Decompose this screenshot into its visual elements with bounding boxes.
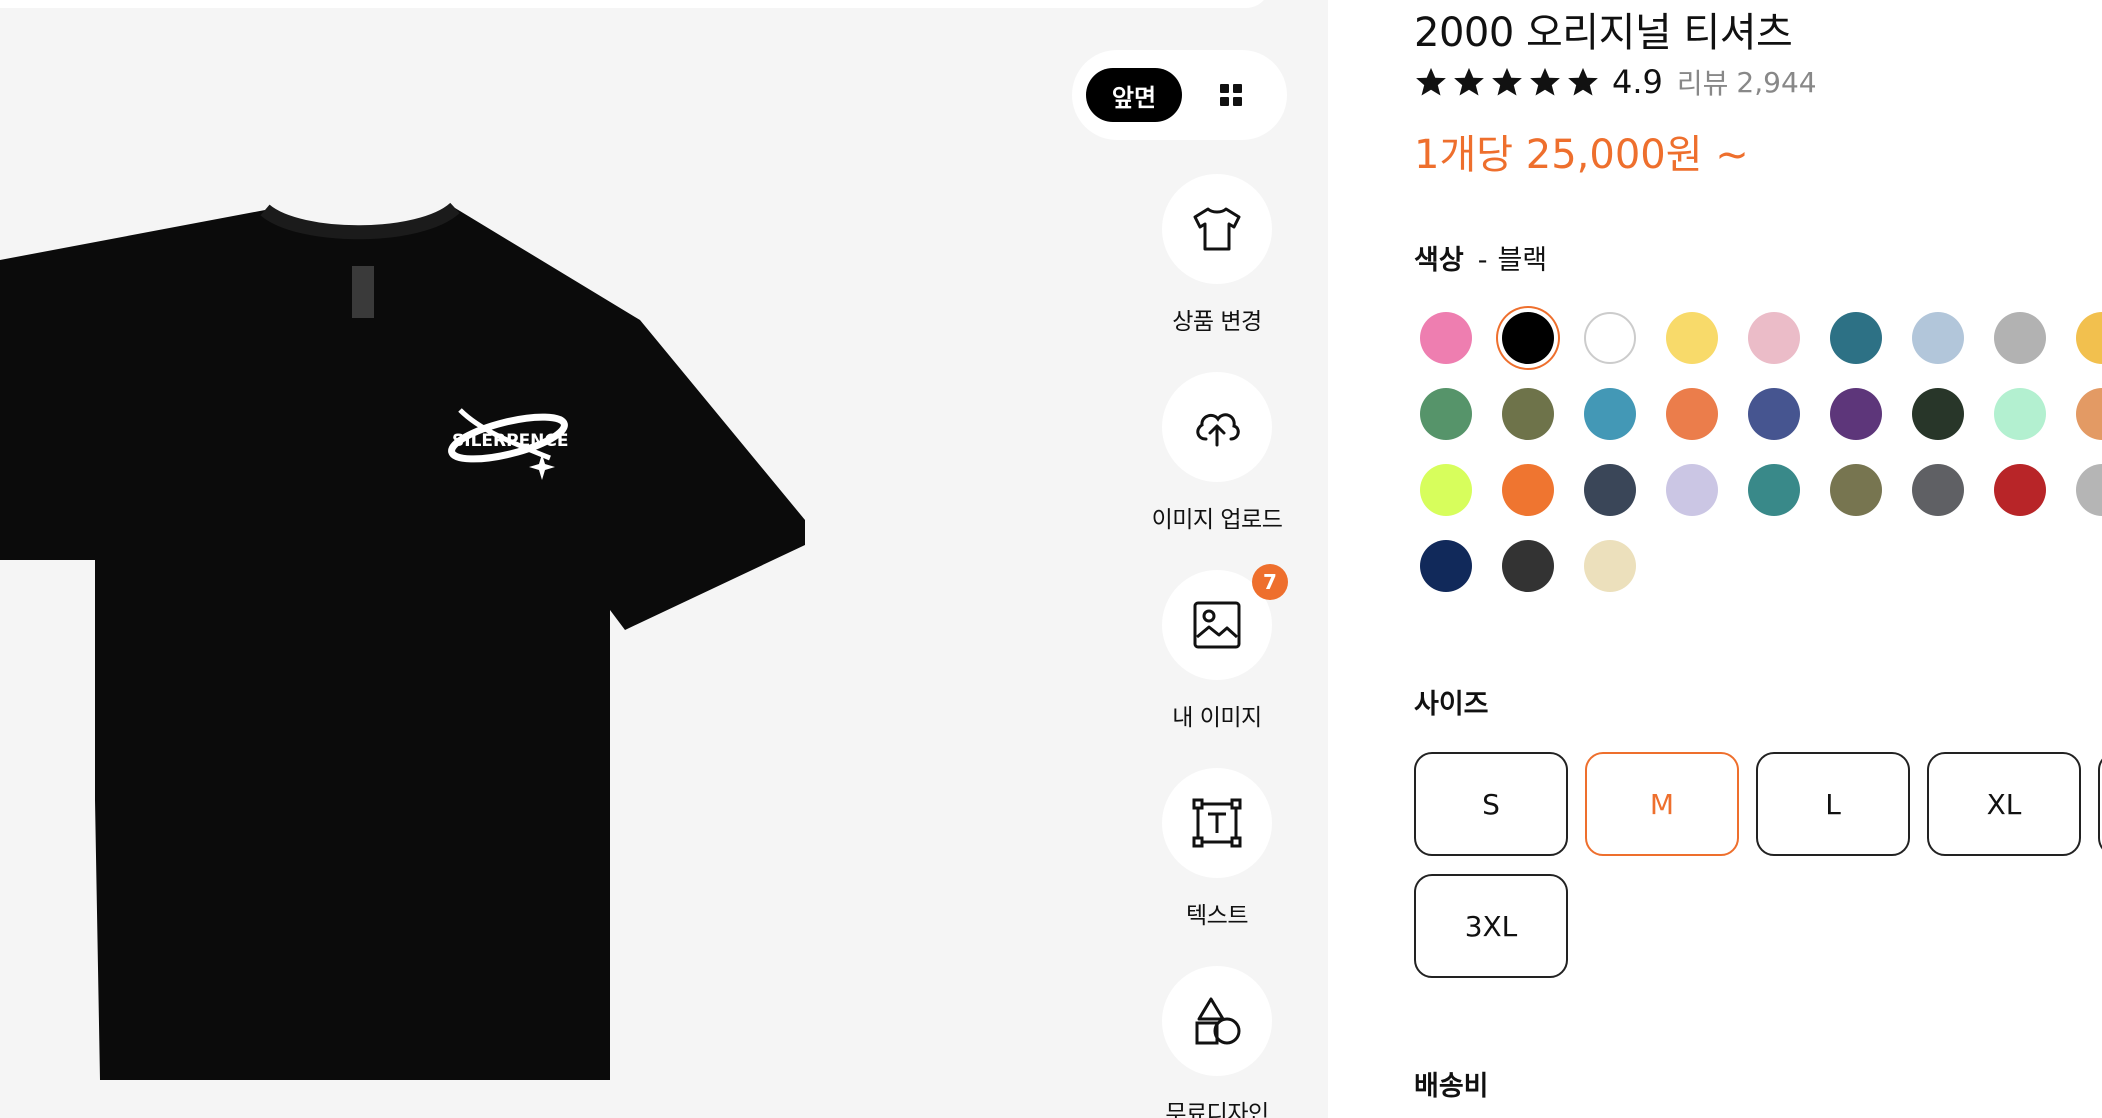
size-option-s[interactable]: S bbox=[1414, 752, 1568, 856]
free-design-label: 무료디자인 bbox=[1165, 1101, 1269, 1118]
design-canvas[interactable]: SILERPENCE 앞면 상품 변경 이미지 업로드 7 내 이미지 텍스트 bbox=[0, 0, 1328, 1118]
color-swatch[interactable] bbox=[1830, 312, 1882, 364]
color-swatch[interactable] bbox=[1584, 388, 1636, 440]
tshirt-icon bbox=[1193, 207, 1241, 251]
tshirt-mockup: SILERPENCE bbox=[0, 202, 805, 1080]
selected-color-name: 블랙 bbox=[1497, 245, 1548, 276]
product-options-panel: 2000 오리지널 티셔츠 4.9 리뷰 2,944 1개당 25,000원 ~… bbox=[1414, 0, 2102, 1118]
view-toggle: 앞면 bbox=[1072, 50, 1287, 140]
review-count[interactable]: 2,944 bbox=[1736, 66, 1816, 99]
image-upload-button[interactable] bbox=[1162, 372, 1272, 482]
color-swatch[interactable] bbox=[2076, 388, 2102, 440]
color-heading-separator: - bbox=[1477, 245, 1488, 276]
color-swatch[interactable] bbox=[1748, 388, 1800, 440]
size-option-m[interactable]: M bbox=[1585, 752, 1739, 856]
change-product-button[interactable] bbox=[1162, 174, 1272, 284]
shapes-icon bbox=[1195, 997, 1241, 1045]
star-icon bbox=[1454, 67, 1484, 96]
text-button[interactable] bbox=[1162, 768, 1272, 878]
color-swatch[interactable] bbox=[1912, 312, 1964, 364]
color-swatch[interactable] bbox=[1584, 540, 1636, 592]
size-option-xxl[interactable]: XXL bbox=[2098, 752, 2102, 856]
color-swatch[interactable] bbox=[1830, 388, 1882, 440]
image-upload-tool[interactable]: 이미지 업로드 bbox=[1142, 372, 1292, 534]
star-icon bbox=[1416, 67, 1446, 96]
my-images-label: 내 이미지 bbox=[1172, 705, 1262, 731]
grid-icon[interactable] bbox=[1220, 84, 1242, 106]
color-swatch[interactable] bbox=[1584, 312, 1636, 364]
free-design-button[interactable] bbox=[1162, 966, 1272, 1076]
change-product-label: 상품 변경 bbox=[1172, 309, 1262, 335]
color-swatch[interactable] bbox=[1666, 312, 1718, 364]
svg-text:SILERPENCE: SILERPENCE bbox=[452, 431, 569, 451]
text-icon bbox=[1192, 798, 1242, 848]
shipping-heading: 배송비 bbox=[1414, 1071, 1489, 1102]
color-swatch[interactable] bbox=[1994, 464, 2046, 516]
size-heading: 사이즈 bbox=[1414, 689, 1489, 720]
image-icon bbox=[1193, 601, 1241, 649]
color-swatch[interactable] bbox=[1502, 540, 1554, 592]
color-heading: 색상 - 블랙 bbox=[1414, 238, 1547, 277]
top-bar bbox=[0, 0, 1270, 8]
neck-label bbox=[352, 266, 374, 318]
color-swatch[interactable] bbox=[1748, 464, 1800, 516]
price: 1개당 25,000원 ~ bbox=[1414, 132, 1749, 178]
color-swatch[interactable] bbox=[1502, 388, 1554, 440]
color-swatch[interactable] bbox=[1420, 464, 1472, 516]
star-rating bbox=[1414, 65, 1600, 99]
size-option-l[interactable]: L bbox=[1756, 752, 1910, 856]
change-product-tool[interactable]: 상품 변경 bbox=[1142, 174, 1292, 336]
star-icon bbox=[1530, 67, 1560, 96]
my-images-button[interactable]: 7 bbox=[1162, 564, 1288, 680]
color-swatch[interactable] bbox=[2076, 312, 2102, 364]
text-tool[interactable]: 텍스트 bbox=[1142, 768, 1292, 930]
star-icon bbox=[1492, 67, 1522, 96]
color-swatch[interactable] bbox=[1420, 312, 1472, 364]
color-swatch[interactable] bbox=[1584, 464, 1636, 516]
color-heading-label: 색상 bbox=[1414, 245, 1464, 276]
size-option-3xl[interactable]: 3XL bbox=[1414, 874, 1568, 978]
color-swatch[interactable] bbox=[1912, 388, 1964, 440]
color-swatch[interactable] bbox=[1502, 464, 1554, 516]
rating: 4.9 리뷰 2,944 bbox=[1414, 62, 1817, 102]
color-swatch[interactable] bbox=[1420, 388, 1472, 440]
color-swatch[interactable] bbox=[1830, 464, 1882, 516]
my-images-count-badge: 7 bbox=[1252, 564, 1288, 600]
image-upload-label: 이미지 업로드 bbox=[1151, 507, 1283, 533]
cloud-upload-icon bbox=[1196, 413, 1240, 447]
star-icon bbox=[1568, 67, 1598, 96]
color-swatch[interactable] bbox=[1666, 388, 1718, 440]
text-label: 텍스트 bbox=[1186, 903, 1248, 929]
color-swatch[interactable] bbox=[1748, 312, 1800, 364]
color-swatch[interactable] bbox=[1994, 388, 2046, 440]
review-label[interactable]: 리뷰 bbox=[1677, 62, 1729, 102]
free-design-tool[interactable]: 무료디자인 bbox=[1142, 966, 1292, 1118]
color-swatch[interactable] bbox=[2076, 464, 2102, 516]
front-view-button[interactable]: 앞면 bbox=[1086, 68, 1182, 122]
my-images-tool[interactable]: 7 내 이미지 bbox=[1142, 564, 1292, 732]
color-swatch[interactable] bbox=[1666, 464, 1718, 516]
color-swatch[interactable] bbox=[1420, 540, 1472, 592]
color-swatch[interactable] bbox=[1912, 464, 1964, 516]
product-title: 2000 오리지널 티셔츠 bbox=[1414, 10, 1793, 56]
rating-value: 4.9 bbox=[1612, 63, 1663, 101]
color-swatch[interactable] bbox=[1502, 312, 1554, 364]
size-option-xl[interactable]: XL bbox=[1927, 752, 2081, 856]
color-swatch[interactable] bbox=[1994, 312, 2046, 364]
